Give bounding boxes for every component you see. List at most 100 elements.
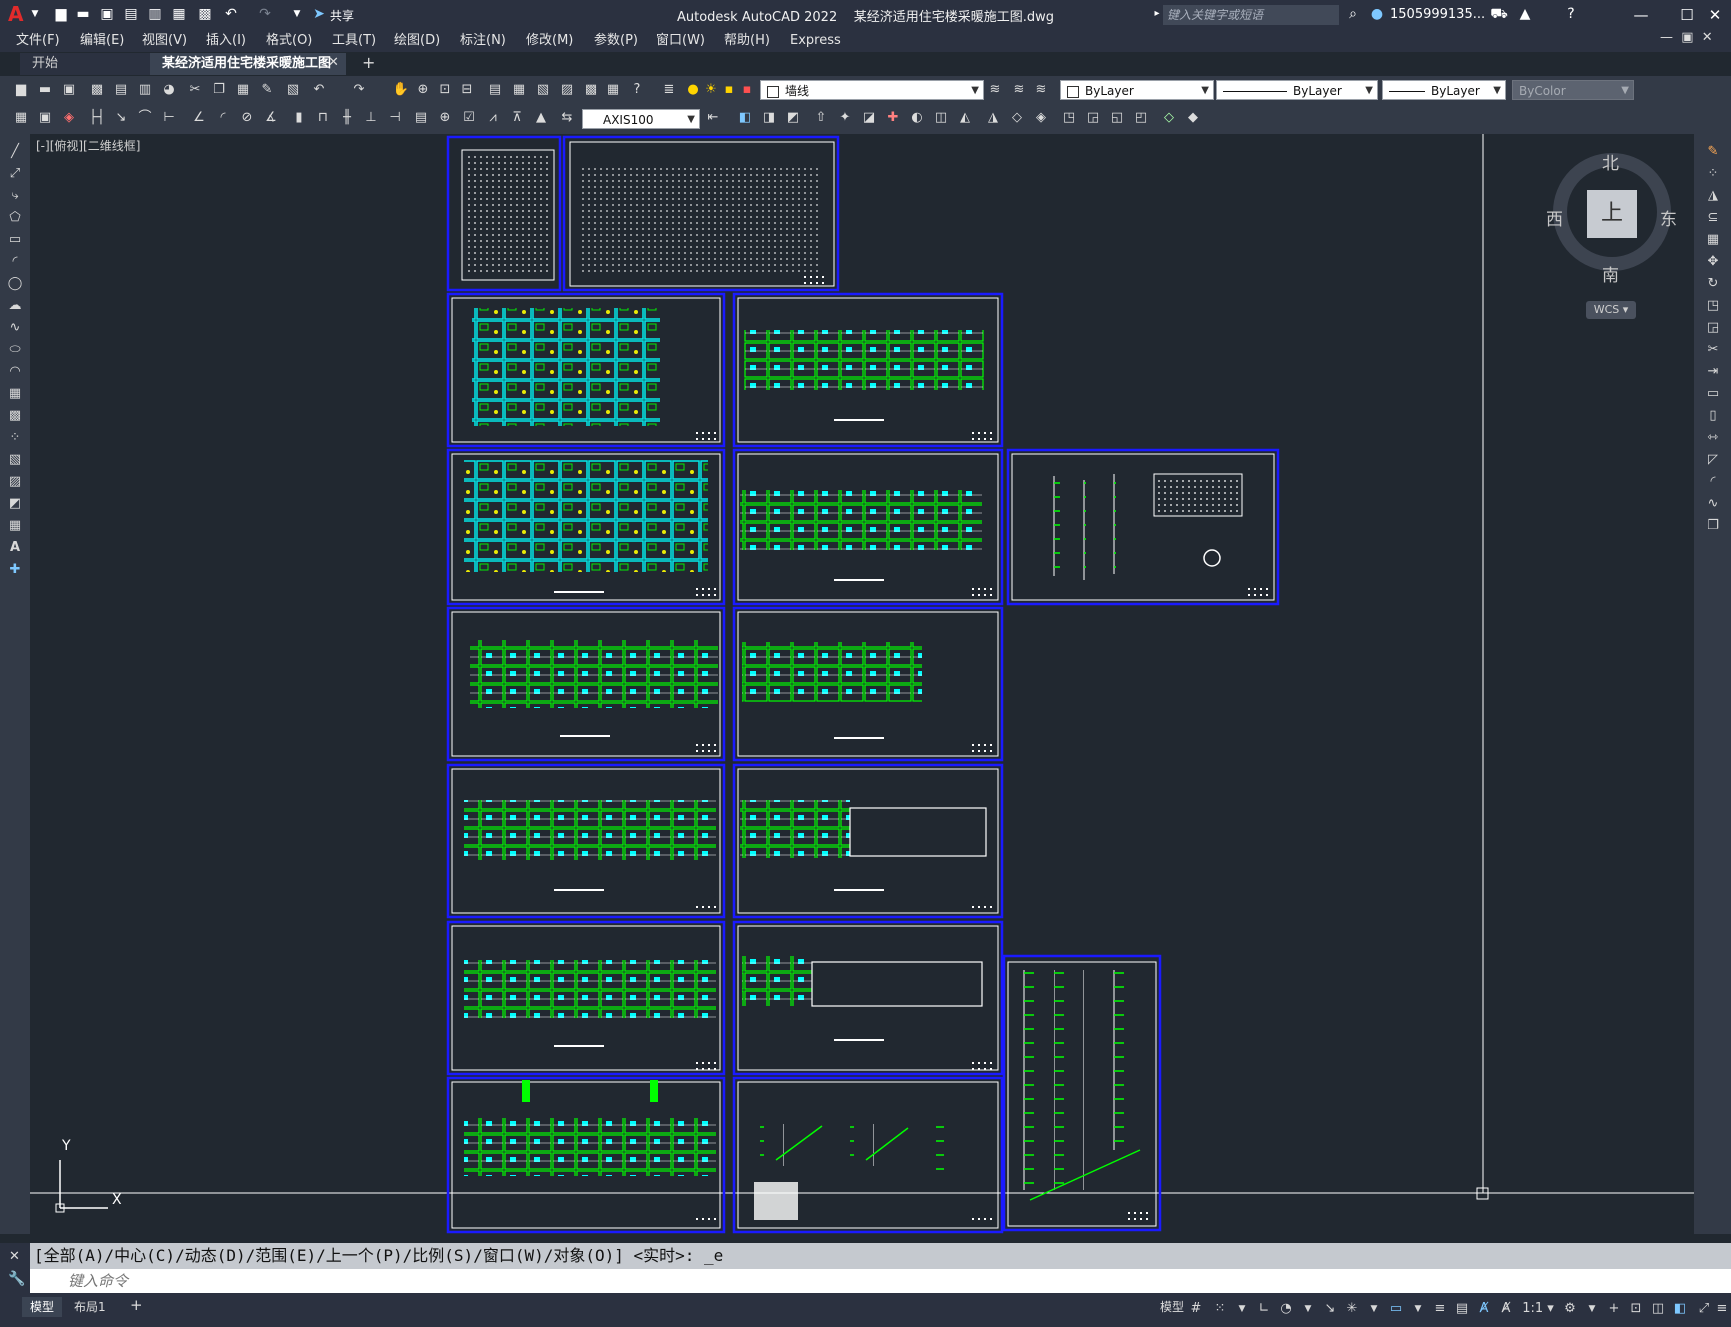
autodesk-app-icon[interactable]: ▲ — [1516, 5, 1534, 23]
extend-icon[interactable]: ⇥ — [1702, 362, 1724, 382]
extrude-icon[interactable]: ⇧ — [812, 109, 830, 127]
help-toolbar-icon[interactable]: ? — [628, 81, 646, 99]
make-current-layer-icon[interactable]: ≋ — [986, 81, 1004, 99]
close-tab-icon[interactable]: ✕ — [328, 55, 339, 70]
hatch-icon[interactable]: ▧ — [4, 450, 26, 470]
tab-document[interactable]: 某经济适用住宅楼采暖施工图* — [150, 53, 346, 93]
slice-icon[interactable]: ◫ — [932, 109, 950, 127]
thicken-icon[interactable]: ◭ — [956, 109, 974, 127]
transparency-icon[interactable]: ▤ — [1452, 1300, 1472, 1318]
quick-properties-icon[interactable]: ◫ — [1648, 1300, 1668, 1318]
dimstyle-dropdown[interactable]: AXIS100 ▼ — [582, 109, 700, 129]
add-selected-icon[interactable]: ✚ — [4, 560, 26, 580]
break-tool-icon[interactable]: ▯ — [1702, 406, 1724, 426]
menu-draw[interactable]: 绘图(D) — [394, 30, 440, 52]
ellipse-icon[interactable]: ⬭ — [4, 340, 26, 360]
lineweight-icon[interactable]: ≡ — [1430, 1300, 1450, 1318]
menu-help[interactable]: 帮助(H) — [724, 30, 770, 52]
spline-icon[interactable]: ∿ — [4, 318, 26, 338]
layer-plot-icon[interactable]: ▪ — [738, 81, 756, 99]
explode-icon[interactable]: ❐ — [1702, 516, 1724, 536]
zoom-realtime-icon[interactable]: ⊕ — [414, 81, 432, 99]
join-icon[interactable]: ⇿ — [1702, 428, 1724, 448]
block-icon[interactable]: ▣ — [36, 109, 54, 127]
viewcube-top-face[interactable]: 上 — [1587, 190, 1637, 238]
offset-edge-icon[interactable]: ◇ — [1160, 109, 1178, 127]
new-icon[interactable]: ▆ — [12, 81, 30, 99]
tool-palettes-icon[interactable]: ▧ — [534, 81, 552, 99]
fillet-icon[interactable]: ◜ — [1702, 472, 1724, 492]
customize-qat-icon[interactable]: ▼ — [288, 5, 306, 23]
rotate-icon[interactable]: ↻ — [1702, 274, 1724, 294]
layer-previous-icon[interactable]: ≋ — [1010, 81, 1028, 99]
blend-curves-icon[interactable]: ∿ — [1702, 494, 1724, 514]
aligned-dim-icon[interactable]: ↘ — [112, 109, 130, 127]
scale-icon[interactable]: ◳ — [1702, 296, 1724, 316]
close-command-icon[interactable]: ✕ — [9, 1249, 20, 1264]
layer-properties-icon[interactable]: ≣ — [660, 81, 678, 99]
polar-icon[interactable]: ◔ — [1276, 1300, 1296, 1318]
menu-insert[interactable]: 插入(I) — [206, 30, 246, 52]
revision-cloud-icon[interactable]: ☁ — [4, 296, 26, 316]
zoom-previous-icon[interactable]: ⊟ — [458, 81, 476, 99]
gradient-icon[interactable]: ▨ — [4, 472, 26, 492]
construction-line-icon[interactable]: ⤢ — [4, 164, 26, 184]
viewcube-south[interactable]: 南 — [1602, 261, 1619, 286]
cut-icon[interactable]: ✂ — [186, 81, 204, 99]
command-input[interactable]: 键入命令 — [30, 1269, 1731, 1293]
arc-length-icon[interactable]: ⌒ — [136, 109, 154, 127]
clean-screen-icon[interactable]: ⤢ — [1694, 1300, 1714, 1318]
grid-icon[interactable]: # — [1186, 1300, 1206, 1318]
diameter-icon[interactable]: ⊘ — [238, 109, 256, 127]
plot-icon[interactable]: ▩ — [196, 5, 214, 23]
add-layout-icon[interactable]: + — [122, 1295, 151, 1315]
imprint-icon[interactable]: ◰ — [1132, 109, 1150, 127]
open-web-icon[interactable]: ▥ — [146, 5, 164, 23]
array-icon[interactable]: ▦ — [1702, 230, 1724, 250]
undo-toolbar-icon[interactable]: ↶ — [310, 81, 328, 99]
color-dropdown[interactable]: ByLayer ▼ — [1060, 80, 1214, 100]
new-file-icon[interactable]: ▆ — [52, 5, 70, 23]
space-icon[interactable]: ⊥ — [362, 109, 380, 127]
shell-icon[interactable]: ◇ — [1008, 109, 1026, 127]
sheet-set-icon[interactable]: ▨ — [558, 81, 576, 99]
tolerance-icon[interactable]: ▤ — [412, 109, 430, 127]
erase-tool-icon[interactable]: ✎ — [1702, 142, 1724, 162]
menu-express[interactable]: Express — [790, 30, 841, 52]
inspection-icon[interactable]: ☑ — [460, 109, 478, 127]
loft-icon[interactable]: ✚ — [884, 109, 902, 127]
minimize-button[interactable]: — — [1628, 4, 1654, 26]
object-tracking-icon[interactable]: ✳ — [1342, 1300, 1362, 1318]
trim-icon[interactable]: ✂ — [1702, 340, 1724, 360]
customize-status-icon[interactable]: ≡ — [1712, 1300, 1731, 1318]
command-line-handle[interactable]: ✕ 🔧 — [0, 1243, 30, 1293]
break-at-point-icon[interactable]: ▭ — [1702, 384, 1724, 404]
3d-box-icon[interactable]: ◧ — [736, 109, 754, 127]
share-button[interactable]: 共享 — [330, 7, 354, 24]
preview-icon[interactable]: ▤ — [112, 81, 130, 99]
menu-format[interactable]: 格式(O) — [266, 30, 312, 52]
annotation-visibility-icon[interactable]: Ⱥ — [1474, 1300, 1494, 1318]
multiline-text-icon[interactable]: A — [4, 538, 26, 558]
radius-icon[interactable]: ∠ — [190, 109, 208, 127]
baseline-icon[interactable]: ⊓ — [314, 109, 332, 127]
open-icon[interactable]: ▬ — [36, 81, 54, 99]
line-icon[interactable]: ╱ — [4, 142, 26, 162]
sweep-icon[interactable]: ◪ — [860, 109, 878, 127]
flatshot-icon[interactable]: ◲ — [1084, 109, 1102, 127]
layer-on-bulb-icon[interactable]: ● — [684, 81, 702, 99]
isodraft-icon[interactable]: ↘ — [1320, 1300, 1340, 1318]
drawing-canvas[interactable] — [30, 134, 1694, 1234]
ordinate-icon[interactable]: ⊢ — [160, 109, 178, 127]
layer-thaw-sun-icon[interactable]: ☀ — [702, 81, 720, 99]
isolate-objects-icon[interactable]: ◧ — [1670, 1300, 1690, 1318]
workspace-chevron-icon[interactable]: ▼ — [1582, 1300, 1602, 1318]
edit-icon[interactable]: ▦ — [12, 109, 30, 127]
share-icon[interactable]: ➤ — [310, 5, 328, 23]
search-icon[interactable]: ⌕ — [1344, 5, 1362, 23]
move-icon[interactable]: ✥ — [1702, 252, 1724, 272]
user-icon[interactable]: ● — [1368, 5, 1386, 23]
auto-scale-icon[interactable]: Ⱥ — [1496, 1300, 1516, 1318]
polar-menu-chevron-icon[interactable]: ▼ — [1298, 1300, 1318, 1318]
match-properties-icon[interactable]: ✎ — [258, 81, 276, 99]
